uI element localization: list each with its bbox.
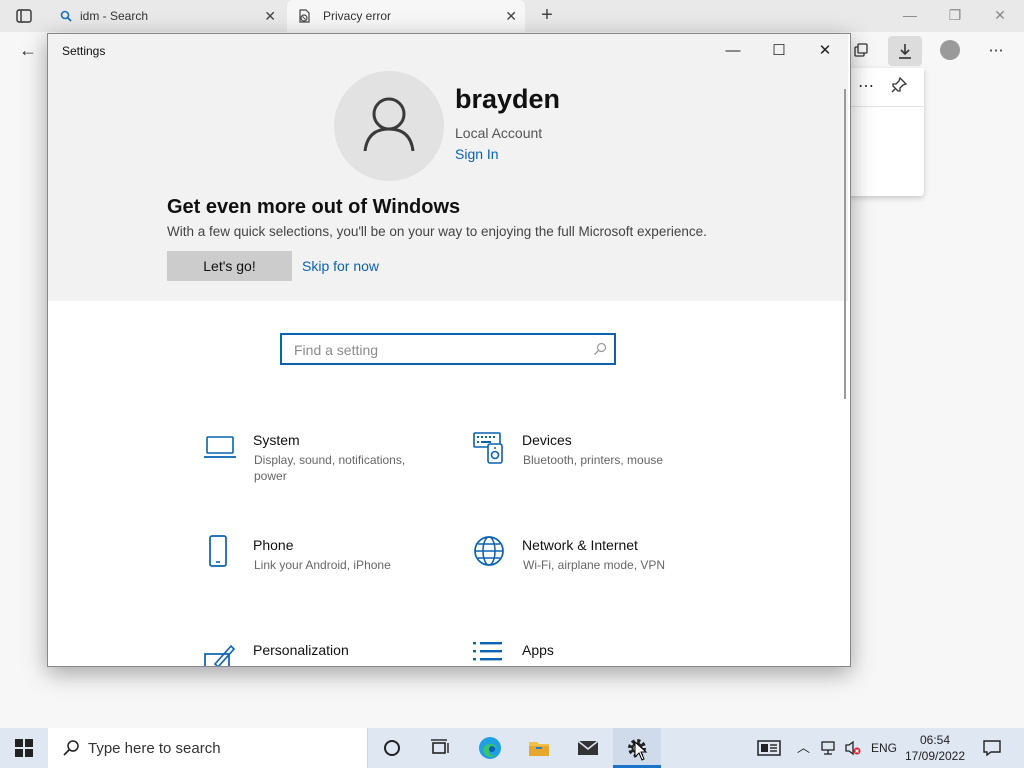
pin-icon[interactable] [890,76,908,94]
cortana-icon [384,740,400,756]
network-icon[interactable] [820,740,838,756]
globe-icon [474,536,504,566]
system-clock[interactable]: 06:54 17/09/2022 [900,732,970,764]
window-title: Settings [62,44,106,58]
category-title: Phone [253,537,294,553]
close-tab-icon[interactable]: ✕ [505,8,517,25]
tab-idm-search[interactable]: idm - Search ✕ [48,0,284,32]
search-input[interactable] [292,340,586,360]
tab-privacy-error[interactable]: Privacy error ✕ [287,0,525,32]
close-window-icon[interactable]: ✕ [988,4,1012,26]
mouse-cursor [634,740,648,761]
category-apps[interactable]: Apps [472,640,712,666]
maximize-icon[interactable]: ☐ [764,40,794,62]
promo-text: With a few quick selections, you'll be o… [167,224,707,239]
category-title: Personalization [253,642,349,658]
profile-avatar[interactable] [940,40,960,60]
settings-window: Settings — ☐ ✕ brayden Local Account Sig… [47,33,851,667]
start-button[interactable] [0,728,48,768]
category-title: Devices [522,432,572,448]
minimize-icon[interactable]: — [898,4,922,26]
edge-taskbar-button[interactable] [466,728,514,768]
taskbar-search-box[interactable]: Type here to search [48,728,368,768]
task-view-icon [431,739,449,754]
category-description: Bluetooth, printers, mouse [523,453,664,467]
category-description: Wi-Fi, airplane mode, VPN [523,558,666,572]
edge-icon [479,737,501,759]
folder-icon [529,742,549,756]
tab-title: idm - Search [80,9,149,23]
divider [848,106,924,107]
search-icon [60,10,72,22]
back-arrow-icon[interactable]: ← [16,40,40,62]
news-widget-icon[interactable] [756,737,782,759]
category-network[interactable]: Network & Internet Wi-Fi, airplane mode,… [472,535,712,615]
category-devices[interactable]: Devices Bluetooth, printers, mouse [472,430,712,510]
windows-logo-icon [15,739,33,757]
sign-in-link[interactable]: Sign In [455,146,499,162]
category-phone[interactable]: Phone Link your Android, iPhone [203,535,443,615]
minimize-icon[interactable]: — [718,40,748,62]
download-icon [899,44,911,59]
language-indicator[interactable]: ENG [871,728,897,768]
close-icon[interactable]: ✕ [810,40,840,62]
devices-icon [473,432,503,464]
category-title: Apps [522,642,554,658]
tab-title: Privacy error [323,9,392,23]
volume-muted-icon[interactable] [844,740,862,756]
user-icon [363,97,415,152]
panel-more-icon[interactable]: ⋯ [858,76,874,96]
chevron-up-icon[interactable]: ︿ [797,728,810,768]
search-icon [63,740,79,756]
mail-icon [577,740,599,755]
category-personalization[interactable]: Personalization [203,640,443,666]
close-tab-icon[interactable]: ✕ [264,8,276,25]
search-icon [594,342,607,355]
restore-icon[interactable]: ❐ [943,4,967,26]
warning-icon [299,9,310,23]
cortana-button[interactable] [368,728,416,768]
scrollbar[interactable] [844,89,846,399]
personalization-icon [204,644,236,666]
skip-for-now-link[interactable]: Skip for now [302,258,379,274]
category-title: Network & Internet [522,537,638,553]
taskbar-search-placeholder: Type here to search [88,740,221,757]
collections-icon[interactable] [848,38,874,64]
phone-icon [209,535,227,567]
lets-go-button[interactable]: Let's go! [167,251,292,281]
clock-date: 17/09/2022 [904,749,966,763]
user-name: brayden [455,84,561,114]
mail-button[interactable] [564,728,612,768]
category-system[interactable]: System Display, sound, notifications, po… [203,430,443,510]
find-setting-search[interactable] [280,333,616,365]
category-title: System [253,432,300,448]
downloads-button[interactable] [888,36,922,66]
notifications-icon[interactable] [982,738,1002,758]
downloads-panel: ⋯ [848,68,924,196]
promo-title: Get even more out of Windows [167,196,461,218]
tab-actions-icon[interactable] [14,6,34,26]
file-explorer-button[interactable] [515,728,563,768]
category-description: Display, sound, notifications, power [254,453,406,483]
apps-icon [473,642,502,661]
user-avatar [334,71,444,181]
laptop-icon [204,436,236,458]
category-description: Link your Android, iPhone [254,558,391,572]
more-options-icon[interactable]: ⋯ [983,38,1009,64]
clock-time: 06:54 [919,733,951,747]
account-type: Local Account [455,125,543,141]
new-tab-button[interactable]: + [536,4,558,26]
task-view-button[interactable] [416,728,464,768]
